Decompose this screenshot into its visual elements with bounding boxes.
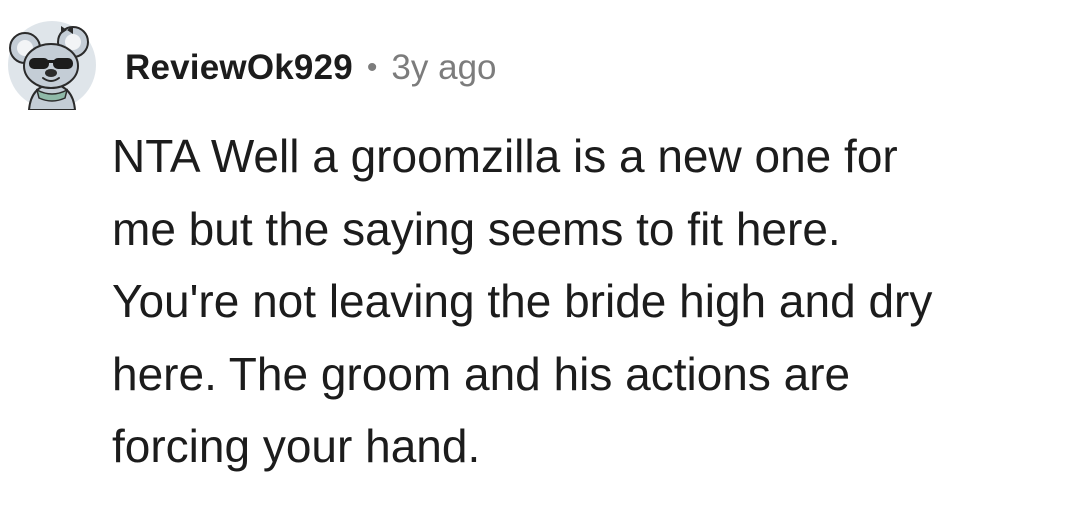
comment-body-line: me but the saying seems to fit here.: [112, 202, 841, 255]
comment-body-line: here. The groom and his actions are: [112, 347, 851, 400]
comment-body: NTA Well a groomzilla is a new one for m…: [112, 120, 1062, 483]
meta-separator: •: [366, 51, 378, 84]
timestamp: 3y ago: [391, 48, 497, 87]
comment-meta: ReviewOk929 • 3y ago: [125, 40, 497, 96]
comment-body-line: NTA Well a groomzilla is a new one for: [112, 130, 898, 182]
comment: ReviewOk929 • 3y ago NTA Well a groomzil…: [0, 0, 1080, 511]
comment-body-line: You're not leaving the bride high and dr…: [112, 275, 933, 327]
username-link[interactable]: ReviewOk929: [125, 48, 353, 88]
koala-avatar-icon[interactable]: [7, 20, 97, 111]
comment-body-line: forcing your hand.: [112, 420, 481, 472]
koala-avatar-graphic: [8, 21, 96, 111]
